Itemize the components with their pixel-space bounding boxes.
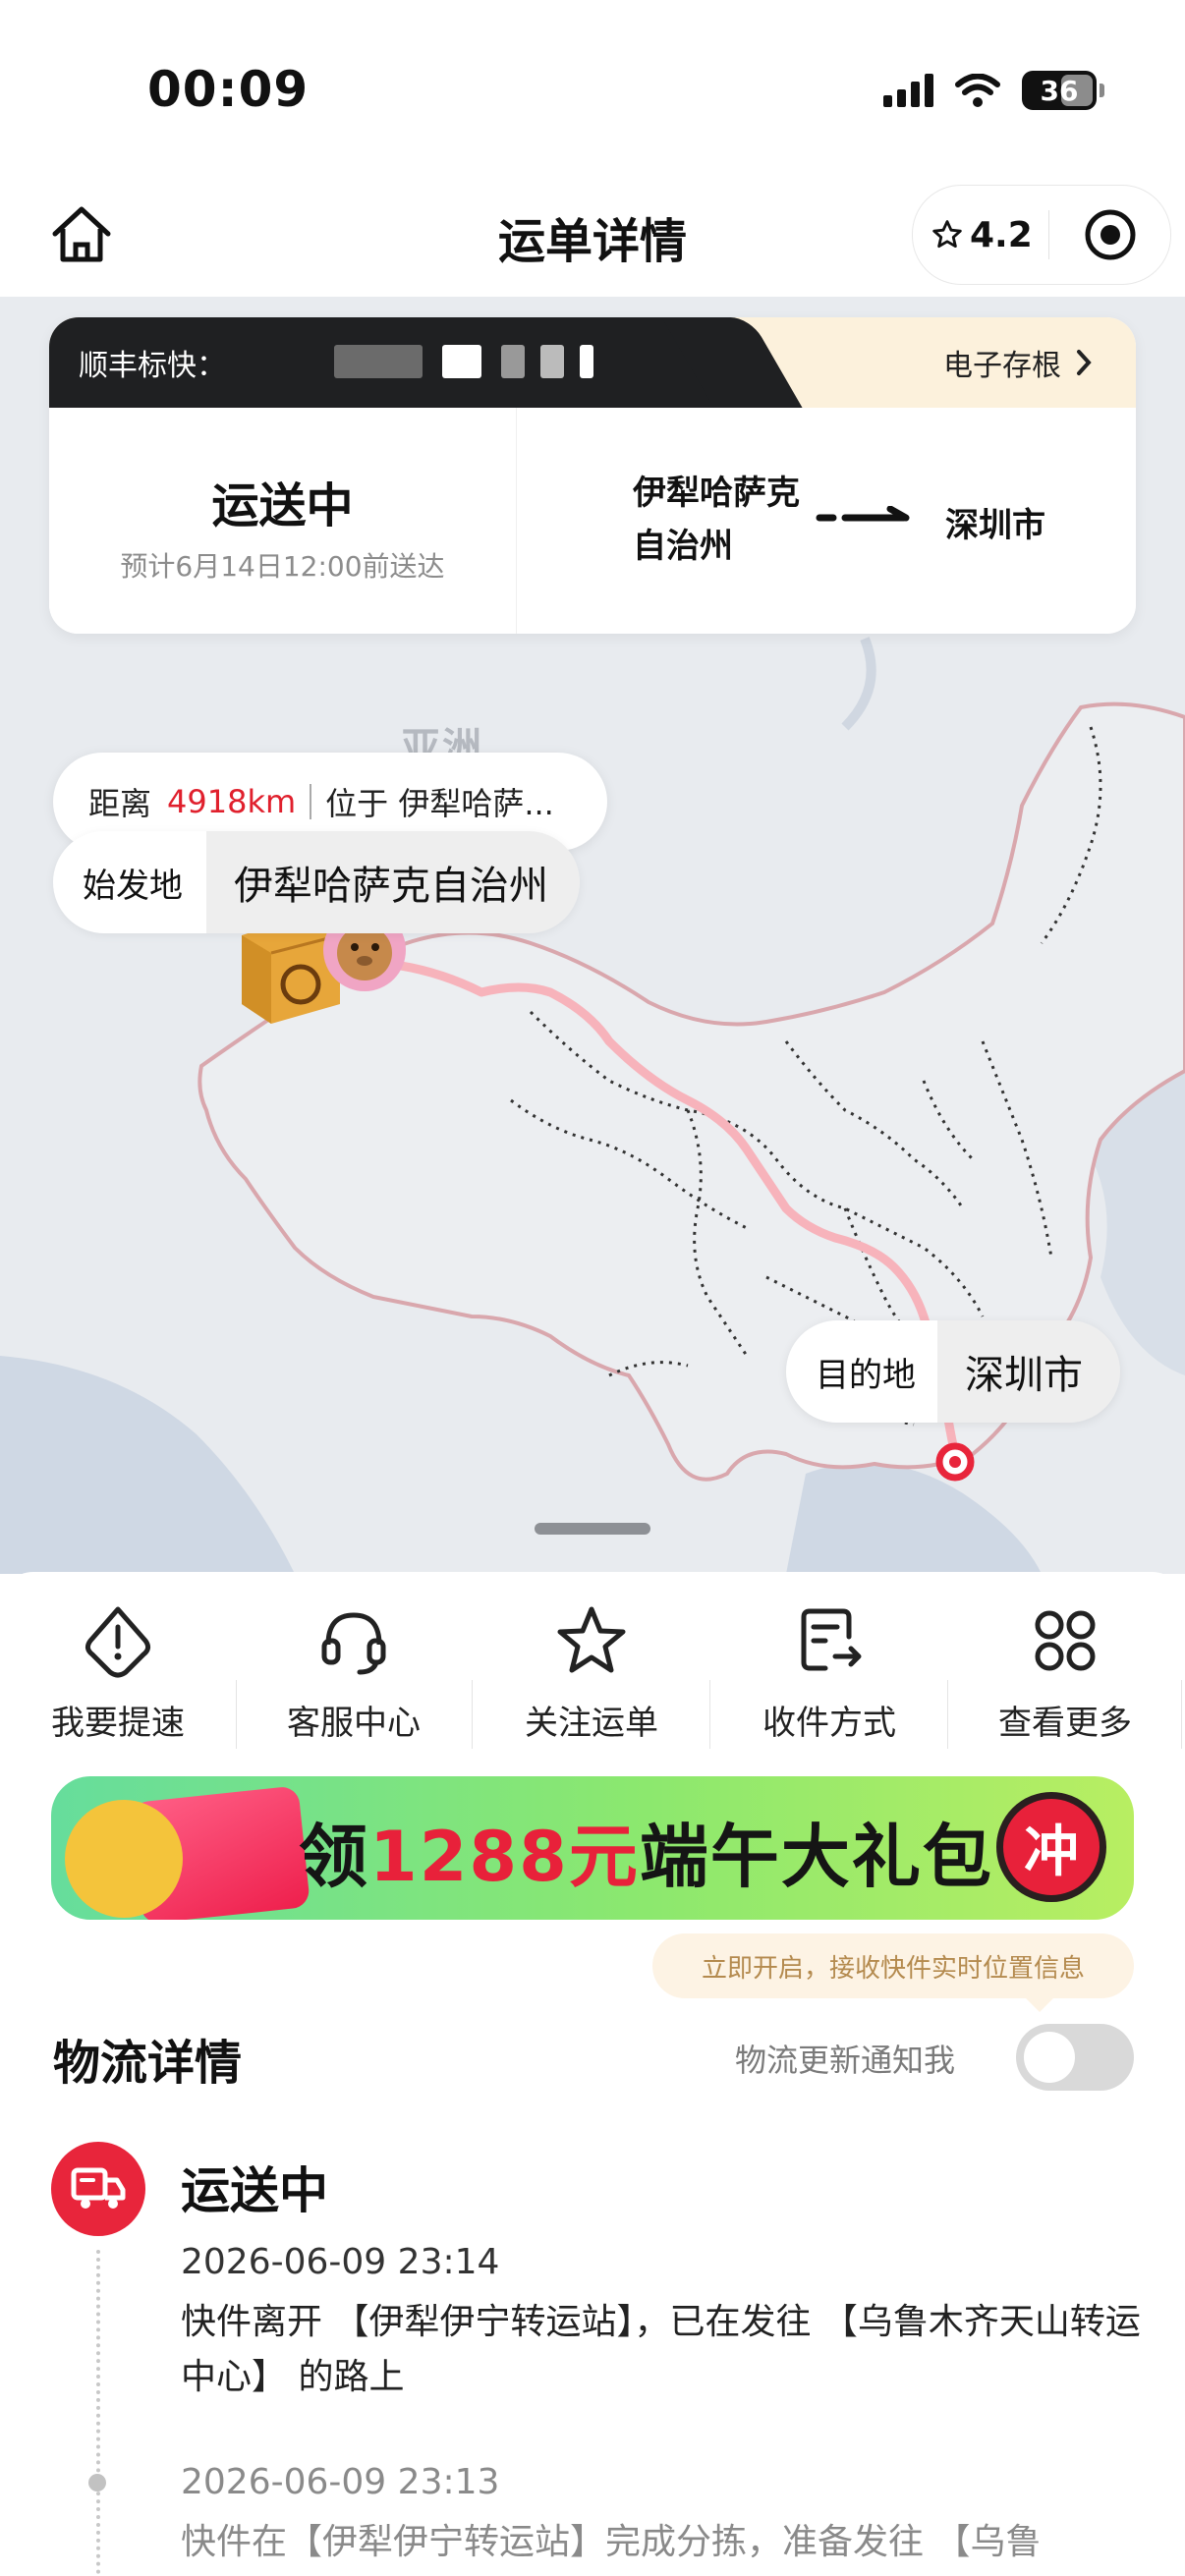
redacted-tracking-number — [442, 345, 481, 378]
card-body: 运送中 预计6月14日12:00前送达 伊犁哈萨克自治州 深圳市 — [49, 408, 1136, 634]
redacted-tracking-number — [501, 345, 525, 378]
rating-button[interactable]: 4.2 — [913, 215, 1048, 255]
star-outline-icon — [932, 220, 962, 249]
timeline-line — [96, 2250, 100, 2574]
waybill-summary-card: 顺丰标快： 电子存根 运送中 预计6月14日12:00前送达 伊犁哈萨克自治州 … — [49, 317, 1136, 634]
promo-cta-button[interactable]: 冲 — [996, 1792, 1106, 1902]
status-bar: 00:09 36 — [0, 0, 1185, 177]
route-destination: 深圳市 — [945, 506, 1045, 545]
logistics-title: 物流详情 — [53, 2036, 243, 2091]
redacted-tracking-number — [580, 345, 593, 378]
promo-suffix: 端午大礼包 — [639, 1817, 993, 1897]
headset-icon — [321, 1612, 386, 1675]
grid-more-icon — [1035, 1610, 1096, 1671]
promo-amount: 1288元 — [369, 1817, 640, 1897]
notify-toggle[interactable] — [1016, 2024, 1134, 2091]
destination-pill: 目的地 深圳市 — [786, 1320, 1120, 1423]
action-delivery-method[interactable]: 收件方式 — [731, 1601, 928, 1744]
close-mini-program-button[interactable] — [1049, 207, 1170, 262]
action-label: 查看更多 — [998, 1704, 1132, 1743]
distance-value: 4918km — [167, 783, 297, 820]
redacted-tracking-number — [540, 345, 564, 378]
notification-tooltip: 立即开启，接收快件实时位置信息 — [652, 1933, 1134, 2012]
action-label: 关注运单 — [525, 1704, 658, 1743]
alert-bubble-icon — [85, 1606, 151, 1678]
distance-label: 距离 — [88, 785, 152, 822]
origin-label: 始发地 — [53, 831, 206, 933]
drag-handle[interactable] — [535, 1523, 650, 1535]
status-icons: 36 — [883, 71, 1104, 110]
action-follow-waybill[interactable]: 关注运单 — [493, 1601, 690, 1744]
redacted-tracking-number — [334, 345, 423, 378]
chevron-right-icon — [1077, 350, 1092, 375]
rating-value: 4.2 — [970, 214, 1033, 255]
battery-icon: 36 — [1022, 71, 1104, 110]
truck-icon — [51, 2142, 145, 2236]
action-label: 我要提速 — [51, 1704, 185, 1743]
signal-icon — [883, 74, 933, 107]
origin-pill: 始发地 伊犁哈萨克自治州 — [53, 831, 580, 933]
event-time: 2026-06-09 23:14 — [181, 2242, 500, 2282]
action-customer-service[interactable]: 客服中心 — [255, 1601, 452, 1744]
origin-value: 伊犁哈萨克自治州 — [206, 831, 580, 933]
route-arrow-icon — [816, 506, 910, 522]
action-label: 收件方式 — [762, 1704, 896, 1743]
action-label: 客服中心 — [287, 1704, 421, 1743]
wifi-icon — [955, 74, 1000, 107]
event-description: 快件离开 【伊犁伊宁转运站】，已在发往 【乌鲁木齐天山转运中心】 的路上 — [181, 2302, 1141, 2397]
action-expedite[interactable]: 我要提速 — [20, 1601, 216, 1744]
mini-program-capsule: 4.2 — [912, 185, 1171, 285]
delivery-method-icon — [801, 1608, 862, 1671]
mascot-icon — [65, 1800, 183, 1918]
e-archive-link[interactable]: 电子存根 — [943, 341, 1093, 384]
timeline-dot — [88, 2474, 106, 2492]
event-time: 2026-06-09 23:13 — [181, 2462, 500, 2502]
promo-prefix: 领 — [299, 1817, 369, 1897]
nav-bar: 运单详情 4.2 — [0, 177, 1185, 297]
promo-text: 领1288元端午大礼包 — [299, 1802, 993, 1901]
notify-label: 物流更新通知我 — [735, 2042, 956, 2079]
delivery-status: 运送中 — [211, 478, 354, 533]
e-archive-label: 电子存根 — [943, 349, 1061, 383]
destination-label: 目的地 — [786, 1320, 937, 1423]
quick-actions: 我要提速 客服中心 关注运单 收件方式 查看更多 — [0, 1601, 1185, 1749]
current-location: 位于 伊犁哈萨... — [325, 785, 554, 822]
destination-value: 深圳市 — [937, 1320, 1120, 1423]
event-description: 快件在【伊犁伊宁转运站】完成分拣，准备发往 【乌鲁 — [181, 2522, 1042, 2562]
estimated-arrival: 预计6月14日12:00前送达 — [120, 550, 445, 583]
delivery-status-panel: 运送中 预计6月14日12:00前送达 — [49, 408, 517, 634]
status-time: 00:09 — [147, 61, 310, 118]
star-icon — [557, 1606, 626, 1673]
target-icon — [1085, 209, 1135, 260]
tracking-number-label: 顺丰标快： — [79, 349, 226, 383]
route-origin: 伊犁哈萨克自治州 — [633, 474, 800, 566]
battery-level: 36 — [1040, 74, 1079, 107]
card-header: 顺丰标快： 电子存根 — [49, 317, 1136, 408]
promo-banner[interactable]: 领1288元端午大礼包 冲 — [51, 1776, 1134, 1920]
current-status: 运送中 — [181, 2162, 328, 2219]
action-more[interactable]: 查看更多 — [967, 1601, 1163, 1744]
toggle-knob — [1024, 2032, 1075, 2083]
